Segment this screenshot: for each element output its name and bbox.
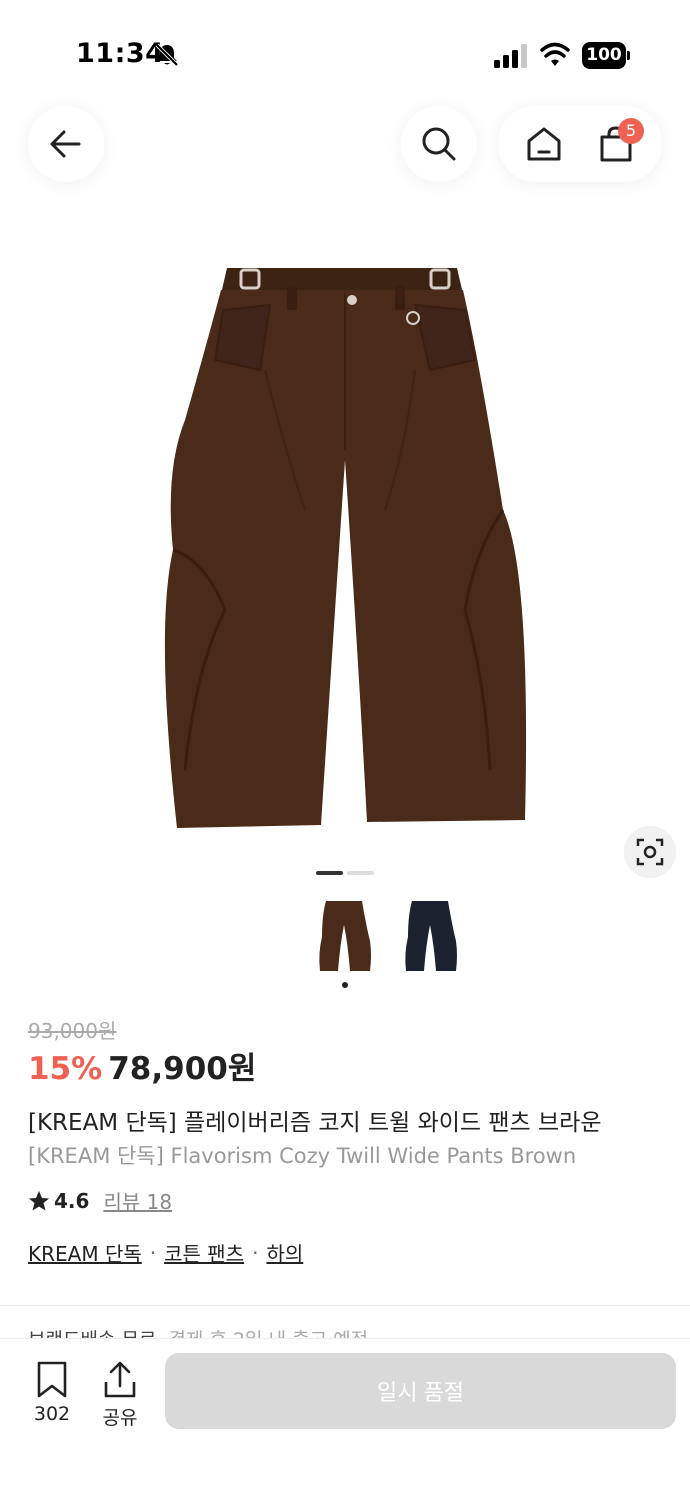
tag-separator: · [149,1240,157,1265]
battery-level: 100 [582,42,626,69]
cart-count-badge: 5 [618,118,644,144]
image-pager [316,871,374,875]
image-search-button[interactable] [624,826,676,878]
color-thumbnails [0,895,690,990]
status-time: 11:34 [76,38,165,69]
bookmark-count: 302 [33,1403,71,1425]
lens-icon [636,838,664,866]
nav-right-group: 5 [498,106,662,182]
thumbnail-selected-dot [342,982,348,988]
tag-link[interactable]: 하의 [266,1238,303,1267]
original-price: 93,000원 [28,1019,117,1043]
search-icon [422,127,456,161]
bookmark-button[interactable]: 302 [22,1361,82,1425]
tag-link[interactable]: 코튼 팬츠 [164,1238,244,1267]
share-icon [104,1361,136,1398]
review-link[interactable]: 리뷰 18 [103,1186,172,1215]
home-button[interactable] [514,114,574,174]
search-button[interactable] [401,106,477,182]
home-icon [527,127,561,161]
tag-separator: · [252,1240,259,1265]
bookmark-icon [37,1361,67,1398]
thumbnail-navy[interactable] [396,895,466,977]
product-title-en: [KREAM 단독] Flavorism Cozy Twill Wide Pan… [28,1144,577,1168]
share-label: 공유 [102,1407,138,1429]
price-row: 15% 78,900원 [28,1043,256,1088]
product-image[interactable] [145,250,545,840]
thumbnail-brown[interactable] [310,895,380,977]
wifi-icon [540,42,570,66]
bell-slash-icon [155,43,179,67]
signal-icon [494,44,527,68]
buy-button-soldout[interactable]: 일시 품절 [165,1353,676,1429]
status-bar: 11:34 100 [0,0,690,100]
cart-button[interactable]: 5 [586,114,646,174]
discount-rate: 15% [28,1051,103,1087]
category-tags: KREAM 단독 · 코튼 팬츠 · 하의 [28,1238,303,1267]
battery-indicator: 100 [582,42,630,69]
pager-dot-active [316,871,343,875]
divider [0,1305,690,1306]
tag-link[interactable]: KREAM 단독 [28,1238,142,1267]
rating-value: 4.6 [54,1188,90,1213]
product-title: [KREAM 단독] 플레이버리즘 코지 트윌 와이드 팬츠 브라운 [28,1110,602,1136]
back-button[interactable] [28,106,104,182]
rating-row: 4.6 리뷰 18 [28,1186,172,1215]
bottom-action-bar: 302 공유 일시 품절 [0,1338,690,1500]
arrow-left-icon [50,130,81,158]
pager-dot [347,871,374,875]
star-icon [29,1190,49,1210]
share-button[interactable]: 공유 [90,1361,150,1430]
sale-price: 78,900원 [108,1051,257,1087]
